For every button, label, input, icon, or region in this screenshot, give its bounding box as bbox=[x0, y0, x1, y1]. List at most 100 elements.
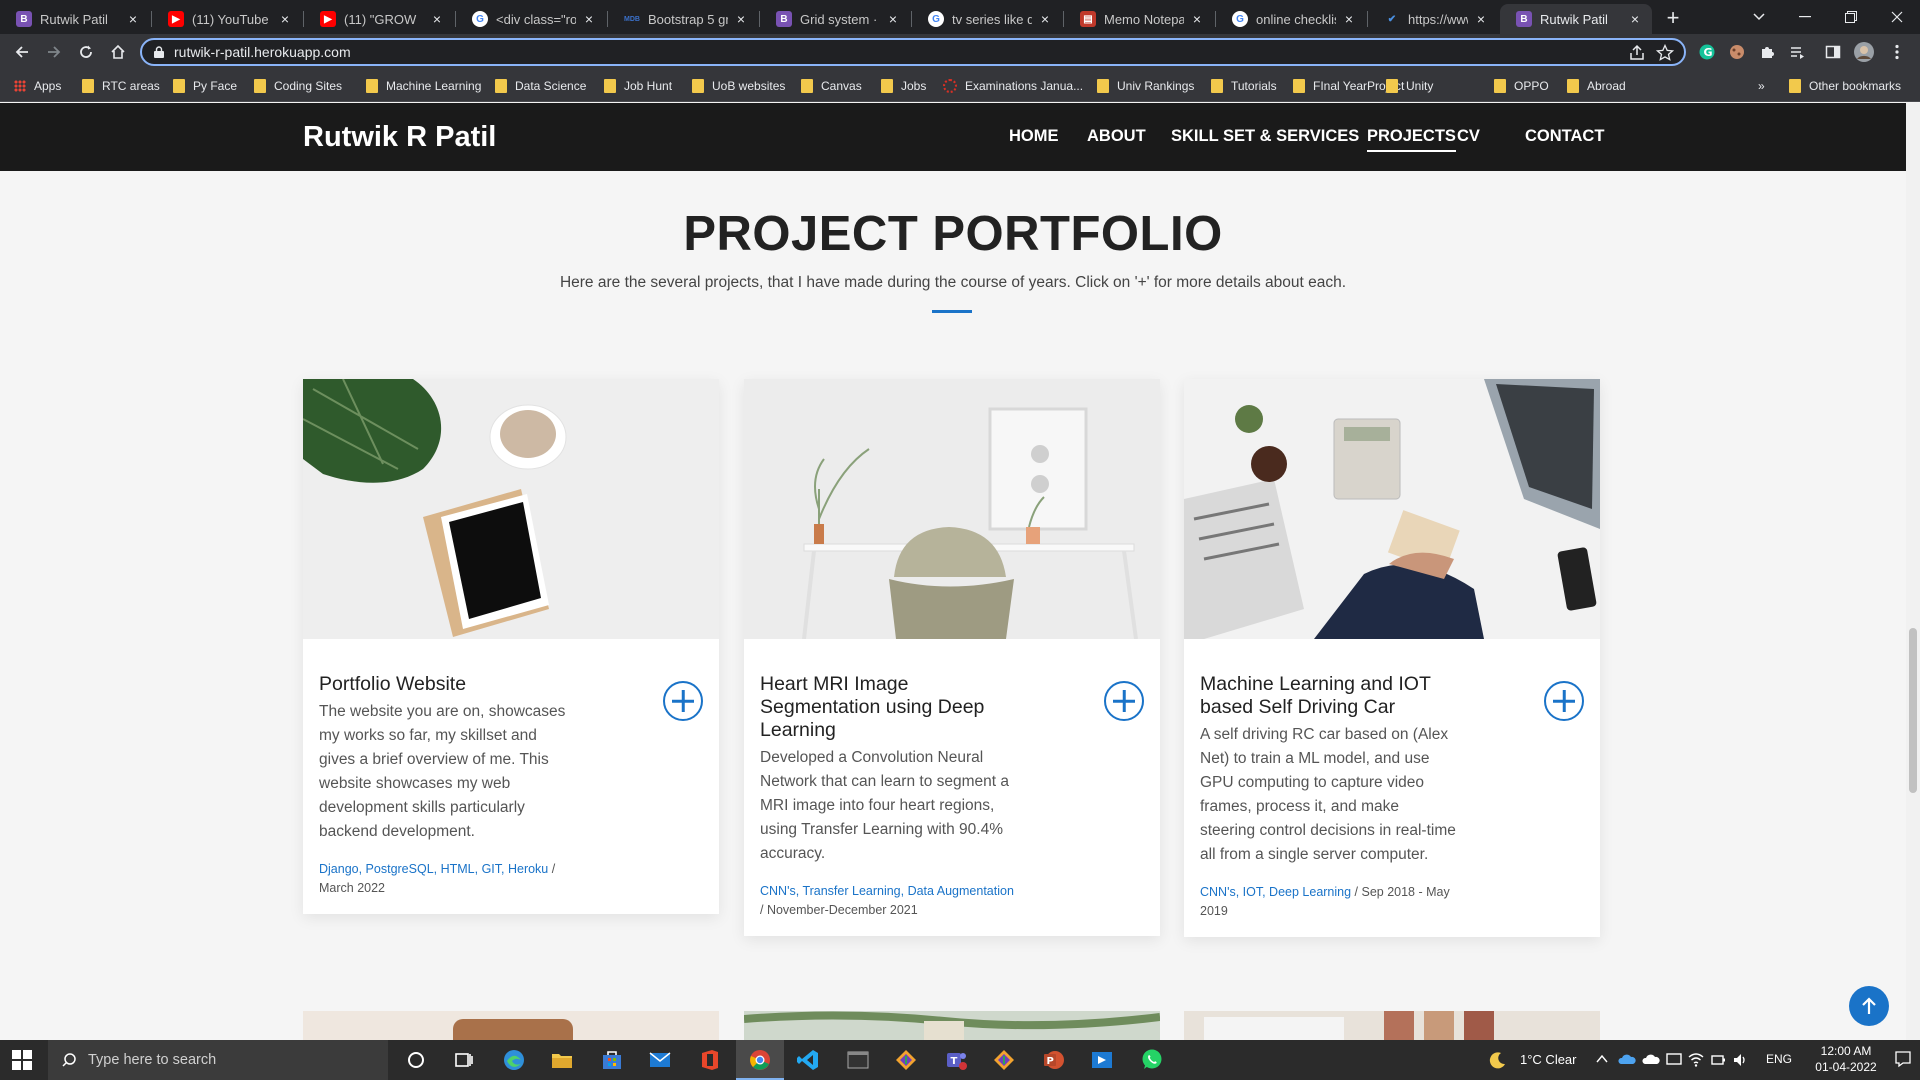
nav-link-contact[interactable]: CONTACT bbox=[1525, 127, 1604, 146]
microsoft-store-icon[interactable] bbox=[600, 1048, 624, 1072]
weather-text[interactable]: 1°C Clear bbox=[1520, 1052, 1577, 1067]
browser-tab[interactable]: ▤ Memo Notepad × bbox=[1064, 4, 1214, 34]
file-explorer-icon[interactable] bbox=[550, 1048, 574, 1072]
expand-details-button[interactable] bbox=[1104, 681, 1144, 721]
address-bar[interactable]: rutwik-r-patil.herokuapp.com bbox=[140, 38, 1686, 66]
bookmark-folder[interactable]: Tutorials bbox=[1211, 77, 1277, 95]
bookmark-folder[interactable]: Machine Learning bbox=[366, 77, 481, 95]
bookmark-folder[interactable]: Coding Sites bbox=[254, 77, 342, 95]
expand-details-button[interactable] bbox=[663, 681, 703, 721]
close-tab-icon[interactable]: × bbox=[886, 12, 900, 26]
grammarly-extension[interactable]: G bbox=[1696, 41, 1718, 63]
apps-bookmark[interactable]: Apps bbox=[14, 77, 61, 95]
terminal-icon[interactable] bbox=[846, 1048, 870, 1072]
home-button[interactable] bbox=[104, 38, 132, 66]
language-indicator[interactable]: ENG bbox=[1766, 1052, 1792, 1066]
close-tab-icon[interactable]: × bbox=[1628, 12, 1642, 26]
star-bookmark-icon[interactable] bbox=[1656, 44, 1674, 62]
project-tags[interactable]: Django, PostgreSQL, HTML, GIT, Heroku bbox=[319, 862, 548, 876]
share-icon[interactable] bbox=[1628, 44, 1646, 62]
display-icon[interactable] bbox=[1666, 1052, 1682, 1068]
back-button[interactable] bbox=[8, 38, 36, 66]
site-brand[interactable]: Rutwik R Patil bbox=[303, 121, 496, 154]
bookmark-folder[interactable]: Data Science bbox=[495, 77, 586, 95]
close-tab-icon[interactable]: × bbox=[734, 12, 748, 26]
side-panel-button[interactable] bbox=[1822, 41, 1844, 63]
browser-tab[interactable]: Gonline checklist × bbox=[1216, 4, 1366, 34]
mail-icon[interactable] bbox=[648, 1048, 672, 1072]
bookmark-folder[interactable]: Canvas bbox=[801, 77, 862, 95]
git-kraken-icon[interactable] bbox=[992, 1048, 1016, 1072]
browser-tab[interactable]: MDB Bootstrap 5 gri × bbox=[608, 4, 758, 34]
whatsapp-icon[interactable] bbox=[1140, 1048, 1164, 1072]
close-tab-icon[interactable]: × bbox=[1474, 12, 1488, 26]
scrollbar-thumb[interactable] bbox=[1909, 628, 1917, 793]
app-icon[interactable] bbox=[1090, 1048, 1114, 1072]
back-to-top-button[interactable] bbox=[1849, 986, 1889, 1026]
browser-tab[interactable]: B Rutwik Patil × bbox=[0, 4, 150, 34]
close-tab-icon[interactable]: × bbox=[1190, 12, 1204, 26]
bookmark-folder[interactable]: Py Face bbox=[173, 77, 237, 95]
office-icon[interactable] bbox=[698, 1048, 722, 1072]
nav-link-cv[interactable]: CV bbox=[1457, 127, 1480, 146]
browser-tab[interactable]: B Grid system · Bo × bbox=[760, 4, 910, 34]
edge-icon[interactable] bbox=[502, 1048, 526, 1072]
extension-button[interactable] bbox=[1726, 41, 1748, 63]
bookmark-folder[interactable]: Univ Rankings bbox=[1097, 77, 1194, 95]
bookmark-folder[interactable]: Examinations Janua... bbox=[943, 77, 1083, 95]
notifications-icon[interactable] bbox=[1894, 1050, 1912, 1068]
close-tab-icon[interactable]: × bbox=[126, 12, 140, 26]
media-control-button[interactable] bbox=[1786, 41, 1808, 63]
close-window-button[interactable] bbox=[1874, 0, 1920, 34]
page-scrollbar[interactable] bbox=[1906, 103, 1920, 1040]
chrome-icon[interactable] bbox=[748, 1048, 772, 1072]
bookmark-folder[interactable]: OPPO bbox=[1494, 77, 1549, 95]
bookmark-folder[interactable]: Jobs bbox=[881, 77, 926, 95]
close-tab-icon[interactable]: × bbox=[278, 12, 292, 26]
wifi-icon[interactable] bbox=[1688, 1052, 1704, 1068]
clock[interactable]: 12:00 AM 01-04-2022 bbox=[1806, 1043, 1886, 1075]
onedrive-icon[interactable] bbox=[1618, 1052, 1636, 1066]
bookmark-folder[interactable]: Abroad bbox=[1567, 77, 1626, 95]
close-tab-icon[interactable]: × bbox=[582, 12, 596, 26]
browser-tab[interactable]: B Rutwik Patil × bbox=[1500, 4, 1652, 34]
power-icon[interactable] bbox=[1710, 1052, 1726, 1068]
project-tags[interactable]: CNN's, Transfer Learning, Data Augmentat… bbox=[760, 884, 1014, 898]
nav-link-projects[interactable]: PROJECTS bbox=[1367, 127, 1456, 152]
close-tab-icon[interactable]: × bbox=[430, 12, 444, 26]
nav-link-home[interactable]: HOME bbox=[1009, 127, 1059, 146]
bookmarks-overflow-button[interactable]: » bbox=[1758, 77, 1765, 95]
expand-details-button[interactable] bbox=[1544, 681, 1584, 721]
cortana-icon[interactable] bbox=[404, 1048, 428, 1072]
bookmark-folder[interactable]: Unity bbox=[1386, 77, 1433, 95]
bookmark-folder[interactable]: UoB websites bbox=[692, 77, 785, 95]
tab-search-button[interactable] bbox=[1736, 0, 1782, 34]
nav-link-skill-set-services[interactable]: SKILL SET & SERVICES bbox=[1171, 127, 1359, 146]
extensions-button[interactable] bbox=[1756, 41, 1778, 63]
task-view-icon[interactable] bbox=[452, 1048, 476, 1072]
cloud-icon[interactable] bbox=[1642, 1052, 1660, 1066]
other-bookmarks[interactable]: Other bookmarks bbox=[1789, 77, 1901, 95]
teams-icon[interactable]: T bbox=[944, 1048, 968, 1072]
restore-button[interactable] bbox=[1828, 0, 1874, 34]
new-tab-button[interactable]: + bbox=[1660, 6, 1686, 32]
forward-button[interactable] bbox=[40, 38, 68, 66]
volume-icon[interactable] bbox=[1732, 1052, 1748, 1068]
browser-tab[interactable]: ▶ (11) "GROW × bbox=[304, 4, 454, 34]
minimize-button[interactable] bbox=[1782, 0, 1828, 34]
bookmark-folder[interactable]: RTC areas bbox=[82, 77, 160, 95]
browser-tab[interactable]: ▶ (11) YouTube × bbox=[152, 4, 302, 34]
browser-menu-button[interactable] bbox=[1886, 41, 1908, 63]
windows-start-icon[interactable] bbox=[12, 1050, 32, 1070]
reload-button[interactable] bbox=[72, 38, 100, 66]
project-tags[interactable]: CNN's, IOT, Deep Learning bbox=[1200, 885, 1351, 899]
vscode-icon[interactable] bbox=[796, 1048, 820, 1072]
nav-link-about[interactable]: ABOUT bbox=[1087, 127, 1146, 146]
browser-tab[interactable]: ✔ https://www.che × bbox=[1368, 4, 1498, 34]
bookmark-folder[interactable]: Job Hunt bbox=[604, 77, 672, 95]
taskbar-search-box[interactable]: Type here to search bbox=[48, 1040, 388, 1080]
close-tab-icon[interactable]: × bbox=[1038, 12, 1052, 26]
git-kraken-icon[interactable] bbox=[894, 1048, 918, 1072]
powerpoint-icon[interactable]: P bbox=[1042, 1048, 1066, 1072]
browser-tab[interactable]: Gtv series like dri × bbox=[912, 4, 1062, 34]
